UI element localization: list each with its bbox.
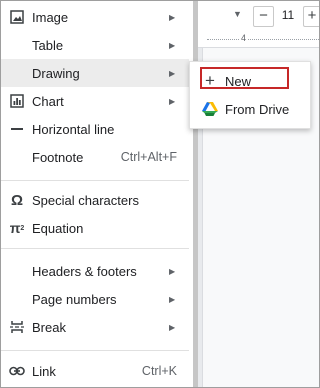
document-area: ▼ − 11 + 4 (197, 1, 319, 387)
menu-item-label: Headers & footers (32, 263, 137, 279)
submenu-item-from-drive[interactable]: From Drive (190, 96, 310, 122)
ruler: 4 (197, 32, 319, 48)
pi-icon: π2 (9, 220, 25, 236)
submenu-item-label: From Drive (225, 101, 290, 117)
chart-icon (9, 93, 25, 109)
image-icon (9, 9, 25, 25)
menu-item-footnote[interactable]: Footnote Ctrl+Alt+F (1, 143, 189, 171)
decrease-font-size-button[interactable]: − (253, 6, 274, 27)
google-drive-icon (202, 101, 218, 117)
submenu-item-new[interactable]: + New (190, 68, 310, 94)
menu-item-equation[interactable]: π2 Equation (1, 214, 189, 242)
menu-item-link[interactable]: Link Ctrl+K (1, 357, 189, 385)
shortcut-label: Ctrl+Alt+F (120, 150, 177, 164)
insert-menu: Image ▶ Table ▶ Drawing ▶ Chart ▶ Horizo… (1, 1, 193, 387)
submenu-arrow-icon: ▶ (169, 12, 176, 22)
toolbar: ▼ − 11 + (197, 1, 319, 33)
menu-item-page-numbers[interactable]: Page numbers ▶ (1, 285, 189, 313)
menu-item-label: Image (32, 9, 69, 25)
link-icon (9, 363, 25, 379)
menu-item-label: Special characters (32, 192, 139, 208)
menu-item-image[interactable]: Image ▶ (1, 3, 189, 31)
menu-item-label: Link (32, 363, 56, 379)
menu-item-chart[interactable]: Chart ▶ (1, 87, 189, 115)
submenu-arrow-icon: ▶ (169, 68, 176, 78)
menu-item-label: Table (32, 37, 64, 53)
menu-item-label: Horizontal line (32, 121, 115, 137)
menu-item-break[interactable]: Break ▶ (1, 313, 189, 341)
submenu-arrow-icon: ▶ (169, 266, 176, 276)
app-frame: ▼ − 11 + 4 Image ▶ Table ▶ Drawing ▶ Cha… (0, 0, 320, 388)
horizontal-line-icon (9, 121, 25, 137)
menu-divider (1, 180, 189, 181)
menu-item-label: Footnote (32, 149, 84, 165)
caret-down-icon[interactable]: ▼ (233, 9, 242, 19)
omega-icon: Ω (10, 191, 24, 209)
menu-item-horizontal-line[interactable]: Horizontal line (1, 115, 189, 143)
menu-item-special-characters[interactable]: Ω Special characters (1, 186, 189, 214)
menu-item-label: Break (32, 319, 66, 335)
ruler-ticks (207, 39, 319, 41)
page-break-icon (9, 319, 25, 335)
menu-item-drawing[interactable]: Drawing ▶ (1, 59, 189, 87)
menu-item-label: Equation (32, 220, 84, 236)
submenu-arrow-icon: ▶ (169, 96, 176, 106)
menu-item-table[interactable]: Table ▶ (1, 31, 189, 59)
plus-icon: + (205, 71, 215, 90)
increase-font-size-button[interactable]: + (303, 6, 319, 27)
menu-item-headers-footers[interactable]: Headers & footers ▶ (1, 257, 189, 285)
menu-divider (1, 350, 189, 351)
menu-item-label: Drawing (32, 65, 80, 81)
menu-item-label: Page numbers (32, 291, 117, 307)
submenu-item-label: New (225, 73, 252, 89)
submenu-arrow-icon: ▶ (169, 294, 176, 304)
ruler-marker: 4 (240, 33, 248, 43)
font-size-input[interactable]: 11 (277, 6, 299, 25)
menu-scrollbar[interactable] (193, 1, 198, 387)
menu-divider (1, 248, 189, 249)
shortcut-label: Ctrl+K (141, 364, 177, 378)
submenu-arrow-icon: ▶ (169, 40, 176, 50)
menu-item-label: Chart (32, 93, 64, 109)
submenu-arrow-icon: ▶ (169, 322, 176, 332)
drawing-submenu: + New From Drive (189, 61, 311, 129)
